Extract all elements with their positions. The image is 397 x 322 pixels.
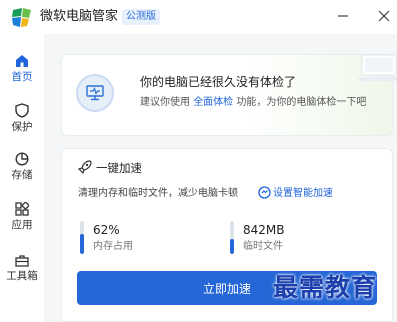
smart-accel-settings-link[interactable]: 设置智能加速	[273, 187, 333, 200]
sidebar-item-label: 首页	[11, 71, 33, 83]
minimize-button[interactable]	[330, 5, 356, 27]
smart-accel-icon	[258, 186, 271, 199]
sidebar: 首页 保护 存储 应用 工具箱	[0, 34, 44, 322]
close-button[interactable]	[371, 5, 397, 27]
close-icon	[378, 10, 390, 22]
laptop-illustration-icon	[358, 54, 397, 81]
temp-files-value: 842MB	[243, 223, 285, 237]
memory-usage-label: 内存占用	[93, 241, 133, 252]
temp-files-fill	[230, 239, 234, 254]
sidebar-item-storage[interactable]: 存储	[0, 152, 44, 196]
shield-icon	[15, 103, 29, 118]
app-title: 微软电脑管家	[40, 9, 119, 24]
desc-suffix: 功能，为你的电脑体检一下吧	[236, 97, 367, 108]
apps-grid-icon	[15, 202, 29, 216]
rocket-icon	[78, 160, 92, 175]
beta-badge: 公测版	[122, 9, 160, 25]
minimize-icon	[338, 15, 348, 17]
app-logo-icon	[12, 8, 31, 27]
temp-files-bar	[230, 221, 234, 254]
temp-files-label: 临时文件	[243, 241, 283, 252]
accel-title: 一键加速	[96, 161, 142, 175]
full-check-link[interactable]: 全面体检	[193, 97, 233, 108]
memory-usage-fill	[80, 234, 84, 254]
desc-prefix: 建议你使用	[140, 97, 190, 108]
sidebar-item-label: 工具箱	[6, 270, 38, 282]
accel-desc: 清理内存和临时文件，减少电脑卡顿	[78, 188, 238, 199]
home-icon	[16, 55, 28, 67]
sidebar-item-home[interactable]: 首页	[0, 54, 44, 98]
sidebar-item-toolbox[interactable]: 工具箱	[0, 254, 44, 298]
memory-usage-value: 62%	[93, 223, 120, 237]
sidebar-item-label: 保护	[11, 121, 33, 133]
health-check-card: 你的电脑已经很久没有体检了 建议你使用 全面体检 功能，为你的电脑体检一下吧	[61, 54, 397, 136]
title-bar: 微软电脑管家 公测版	[0, 0, 397, 34]
sidebar-item-label: 存储	[11, 169, 33, 181]
health-check-desc: 建议你使用 全面体检 功能，为你的电脑体检一下吧	[140, 96, 366, 109]
monitor-icon	[86, 85, 104, 101]
pc-status-icon	[76, 74, 114, 112]
watermark-text: 最需教育	[273, 273, 378, 302]
health-check-title: 你的电脑已经很久没有体检了	[140, 75, 297, 89]
storage-pie-icon	[15, 152, 29, 166]
sidebar-item-label: 应用	[11, 219, 33, 231]
sidebar-item-apps[interactable]: 应用	[0, 202, 44, 246]
toolbox-icon	[15, 255, 29, 267]
memory-usage-bar	[80, 221, 84, 254]
sidebar-item-protect[interactable]: 保护	[0, 103, 44, 147]
